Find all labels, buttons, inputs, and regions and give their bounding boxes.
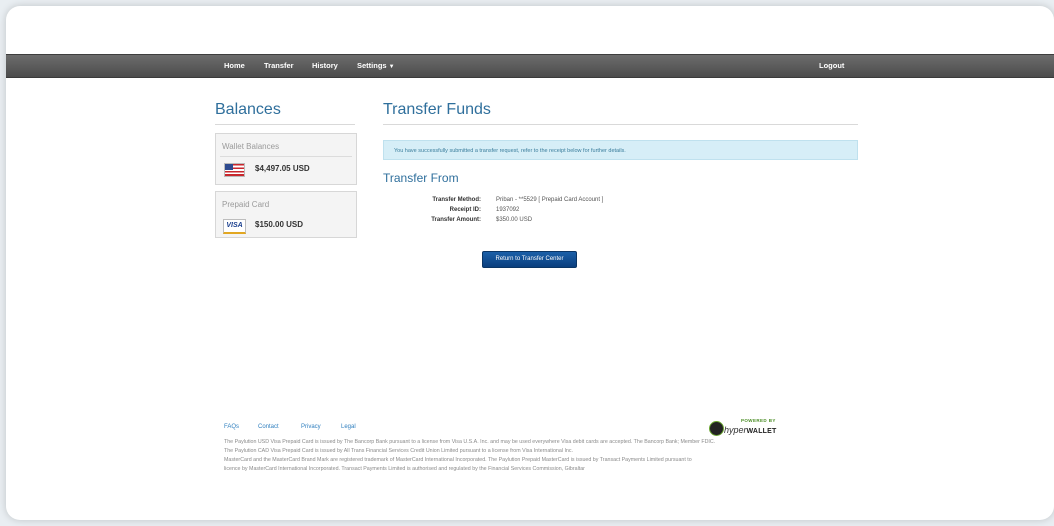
nav-transfer[interactable]: Transfer xyxy=(264,55,294,77)
success-alert: You have successfully submitted a transf… xyxy=(383,140,858,160)
transfer-method-value: Priban - **5529 [ Prepaid Card Account ] xyxy=(496,197,604,203)
legal-text-line-4: licence by MasterCard International Inco… xyxy=(224,466,585,472)
powered-by-label: POWERED BY xyxy=(741,418,776,423)
transfer-amount-value: $350.00 USD xyxy=(496,217,533,223)
prepaid-card-panel: Prepaid Card VISA $150.00 USD xyxy=(215,191,357,238)
top-navbar: Home Transfer History Settings ▼ Logout xyxy=(6,54,1054,78)
balances-title: Balances xyxy=(215,101,281,118)
nav-history[interactable]: History xyxy=(312,55,338,77)
hyperwallet-logo: POWERED BY hyperWALLET xyxy=(709,418,779,438)
app-window: Home Transfer History Settings ▼ Logout B… xyxy=(6,6,1054,520)
footer-link-contact[interactable]: Contact xyxy=(258,424,279,430)
wallet-balances-panel: Wallet Balances $4,497.05 USD xyxy=(215,133,357,185)
panel-divider xyxy=(220,156,352,157)
receipt-id-label: Receipt ID: xyxy=(449,207,481,213)
nav-settings[interactable]: Settings ▼ xyxy=(357,55,395,77)
footer-link-legal[interactable]: Legal xyxy=(341,424,356,430)
hyperwallet-wordmark: hyperWALLET xyxy=(724,425,777,435)
page-title: Transfer Funds xyxy=(383,101,491,118)
receipt-id-value: 1937092 xyxy=(496,207,520,213)
prepaid-card-title: Prepaid Card xyxy=(222,200,270,209)
us-flag-icon xyxy=(224,163,245,177)
transfer-from-title: Transfer From xyxy=(383,171,459,185)
nav-settings-label: Settings xyxy=(357,61,387,70)
wallet-balances-title: Wallet Balances xyxy=(222,142,280,151)
transfer-amount-label: Transfer Amount: xyxy=(431,217,481,223)
footer-link-privacy[interactable]: Privacy xyxy=(301,424,321,430)
return-to-transfer-center-button[interactable]: Return to Transfer Center xyxy=(482,251,577,268)
wallet-balance-amount: $4,497.05 USD xyxy=(255,164,310,173)
legal-text-line-3: MasterCard and the MasterCard Brand Mark… xyxy=(224,457,692,463)
legal-text-line-2: The Paylution CAD Visa Prepaid Card is i… xyxy=(224,448,573,454)
logout-link[interactable]: Logout xyxy=(819,55,844,77)
nav-home[interactable]: Home xyxy=(224,55,245,77)
title-divider xyxy=(383,124,858,125)
prepaid-card-amount: $150.00 USD xyxy=(255,220,304,229)
footer-link-faqs[interactable]: FAQs xyxy=(224,424,239,430)
caret-down-icon: ▼ xyxy=(388,64,395,70)
transfer-method-label: Transfer Method: xyxy=(432,197,481,203)
balances-divider xyxy=(215,124,355,125)
hyperwallet-badge-icon xyxy=(709,421,724,436)
legal-text-line-1: The Paylution USD Visa Prepaid Card is i… xyxy=(224,439,716,445)
visa-card-icon: VISA xyxy=(223,219,246,234)
